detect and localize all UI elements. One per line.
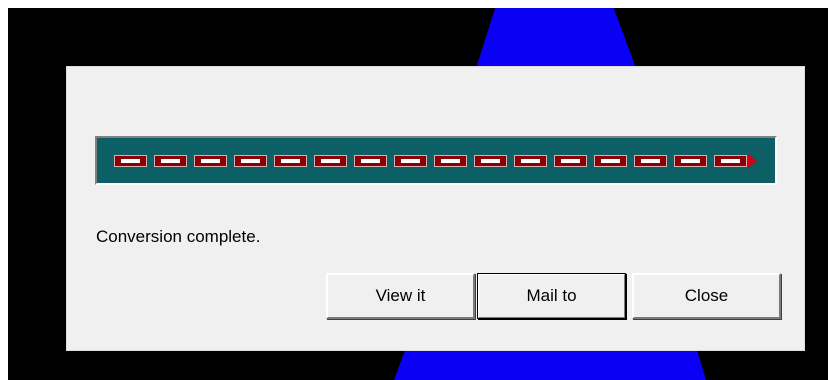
progress-segment bbox=[714, 155, 747, 167]
progress-segment bbox=[594, 155, 627, 167]
progress-segment bbox=[434, 155, 467, 167]
progress-segment bbox=[274, 155, 307, 167]
progress-segment bbox=[234, 155, 267, 167]
progress-segment bbox=[474, 155, 507, 167]
close-button[interactable]: Close bbox=[632, 273, 781, 319]
desktop-background: Conversion complete. View it Mail to Clo… bbox=[8, 8, 828, 380]
progress-segment bbox=[194, 155, 227, 167]
progress-segment bbox=[634, 155, 667, 167]
status-message: Conversion complete. bbox=[96, 227, 261, 246]
progress-segment bbox=[154, 155, 187, 167]
progress-bar bbox=[95, 136, 777, 185]
progress-segment bbox=[354, 155, 387, 167]
progress-segment bbox=[394, 155, 427, 167]
conversion-dialog: Conversion complete. View it Mail to Clo… bbox=[66, 66, 805, 351]
progress-segment bbox=[514, 155, 547, 167]
mail-to-button[interactable]: Mail to bbox=[477, 273, 626, 319]
progress-arrow-icon bbox=[748, 154, 757, 168]
progress-segment bbox=[674, 155, 707, 167]
progress-segment bbox=[554, 155, 587, 167]
progress-track bbox=[114, 154, 757, 168]
progress-segment bbox=[314, 155, 347, 167]
progress-segment bbox=[114, 155, 147, 167]
background-beam-top bbox=[476, 8, 636, 68]
view-it-button[interactable]: View it bbox=[326, 273, 475, 319]
